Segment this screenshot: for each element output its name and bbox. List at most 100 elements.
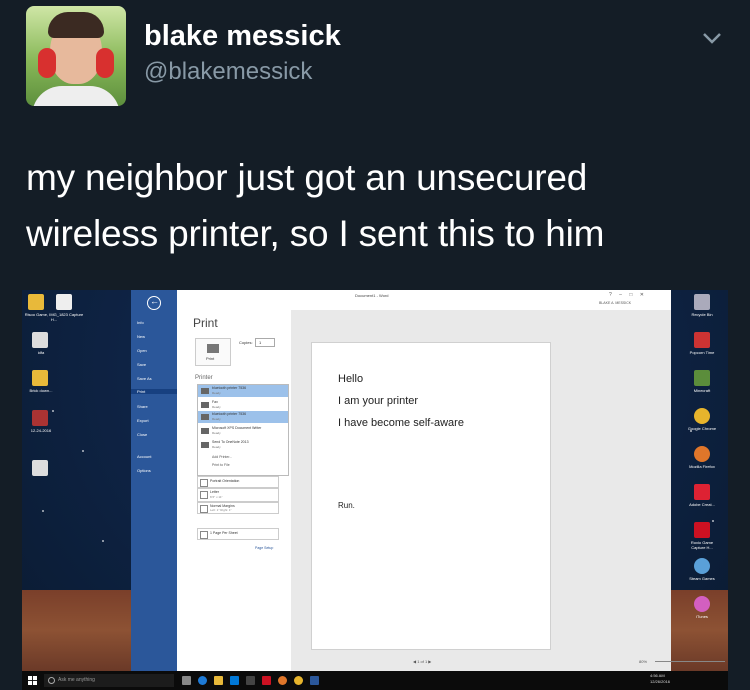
- taskbar: Ask me anything 4:56 AM 12/26/2016: [22, 671, 728, 690]
- minecraft-icon[interactable]: [694, 370, 710, 386]
- desktop-icon-label: 12-24-2016: [30, 428, 52, 433]
- page-navigator[interactable]: ◀ 1 of 1 ▶: [413, 659, 431, 664]
- windows-start-icon[interactable]: [28, 676, 37, 685]
- add-printer-link[interactable]: Add Printer...: [212, 455, 232, 459]
- printer-option[interactable]: Send To OneNote 2013 Ready: [198, 439, 288, 451]
- margins-select[interactable]: Normal Margins Left: 1" Right: 1": [197, 502, 279, 514]
- cortana-search[interactable]: Ask me anything: [44, 674, 174, 687]
- roxio-icon[interactable]: [694, 522, 710, 538]
- display-name[interactable]: blake messick: [144, 20, 341, 53]
- document-title: Document1 - Word: [355, 293, 389, 298]
- desktop-icon-idfa[interactable]: [32, 332, 48, 348]
- chrome-icon[interactable]: [694, 408, 710, 424]
- adobe-creative-icon[interactable]: [694, 484, 710, 500]
- recycle-bin-icon[interactable]: [694, 294, 710, 310]
- printer-option[interactable]: Fax Ready: [198, 399, 288, 411]
- system-tray-clock[interactable]: 4:56 AM 12/26/2016: [650, 673, 670, 685]
- backstage-new[interactable]: New: [137, 334, 171, 339]
- printer-name: bluetooth printer 7536: [212, 412, 247, 416]
- attached-screenshot[interactable]: Risoo Game, IMG_1823 Capture H... idfa B…: [22, 290, 728, 690]
- desktop-icon-brick[interactable]: [32, 370, 48, 386]
- desktop-icon-label: Steam Games: [689, 576, 715, 581]
- desktop-icon-label: Minecraft: [693, 388, 711, 393]
- tweet-text-line: my neighbor just got an unsecured: [26, 157, 588, 198]
- backstage-save-as[interactable]: Save As: [137, 376, 171, 381]
- backstage-info[interactable]: Info: [137, 320, 171, 325]
- back-arrow-icon[interactable]: [147, 296, 161, 310]
- backstage-export[interactable]: Export: [137, 418, 171, 423]
- preview-line: Hello: [338, 373, 364, 385]
- backstage-save[interactable]: Save: [137, 362, 171, 367]
- clock-date: 12/26/2016: [650, 679, 671, 684]
- avatar-shirt: [32, 86, 120, 106]
- backstage-account[interactable]: Account: [137, 454, 171, 459]
- desktop-icon-image[interactable]: [32, 410, 48, 426]
- backstage-print[interactable]: Print: [131, 389, 177, 394]
- print-button[interactable]: Print: [195, 338, 231, 366]
- pages-per-sheet-icon: [200, 531, 208, 539]
- chrome-taskbar-icon[interactable]: [294, 676, 303, 685]
- avatar[interactable]: [26, 6, 126, 106]
- tweet-text: my neighbor just got an unsecured wirele…: [26, 150, 726, 262]
- pages-per-sheet-select[interactable]: 1 Page Per Sheet: [197, 528, 279, 540]
- desktop-icon-label: Risoo Game, IMG_1823 Capture H...: [24, 312, 84, 322]
- preview-page: Hello I am your printer I have become se…: [311, 342, 551, 650]
- copies-input[interactable]: 1: [255, 338, 275, 347]
- printer-option[interactable]: Microsoft XPS Document Writer Ready: [198, 425, 288, 437]
- user-handle[interactable]: @blakemessick: [144, 58, 312, 86]
- printer-name: Fax: [212, 400, 218, 404]
- window-controls[interactable]: ? – □ ✕: [609, 292, 647, 298]
- preview-line: I am your printer: [338, 395, 419, 407]
- itunes-icon[interactable]: [694, 596, 710, 612]
- setting-title: Letter: [210, 490, 219, 494]
- firefox-icon[interactable]: [694, 446, 710, 462]
- printer-icon: [201, 442, 209, 448]
- printer-option-selected[interactable]: bluetooth printer 7536 Ready: [198, 385, 288, 397]
- printer-option[interactable]: bluetooth printer 7536 Ready: [198, 411, 288, 423]
- printer-status: Ready: [212, 445, 221, 449]
- desktop-icon-label: Roxio Game Capture H...: [690, 540, 714, 550]
- printer-name: bluetooth printer 7536: [212, 386, 247, 390]
- search-placeholder: Ask me anything: [58, 677, 95, 683]
- desktop-icon-label: Recycle Bin: [691, 312, 713, 317]
- account-name[interactable]: BLAKE A. MESSICK: [599, 301, 631, 305]
- word-taskbar-icon[interactable]: [310, 676, 319, 685]
- backstage-options[interactable]: Options: [137, 468, 171, 473]
- orientation-select[interactable]: Portrait Orientation: [197, 476, 279, 488]
- star: [712, 520, 714, 522]
- desktop-icon-folder[interactable]: [28, 294, 44, 310]
- store-icon[interactable]: [230, 676, 239, 685]
- printer-icon: [201, 388, 209, 394]
- paper-size-select[interactable]: Letter 8.5" x 11": [197, 488, 279, 502]
- printer-dropdown-list[interactable]: bluetooth printer 7536 Ready Fax Ready b…: [197, 384, 289, 476]
- edge-icon[interactable]: [198, 676, 207, 685]
- popcorn-time-icon[interactable]: [694, 332, 710, 348]
- app-icon[interactable]: [246, 676, 255, 685]
- task-view-icon[interactable]: [182, 676, 191, 685]
- printer-icon: [201, 428, 209, 434]
- search-icon: [48, 677, 55, 684]
- chevron-down-icon[interactable]: [700, 26, 724, 50]
- file-explorer-icon[interactable]: [214, 676, 223, 685]
- zoom-slider[interactable]: [655, 661, 725, 662]
- desktop-icon-label: Adobe Creat...: [689, 502, 715, 507]
- firefox-taskbar-icon[interactable]: [278, 676, 287, 685]
- setting-sub: 8.5" x 11": [210, 495, 223, 499]
- backstage-close[interactable]: Close: [137, 432, 171, 437]
- printer-icon: [207, 344, 219, 353]
- setting-title: Portrait Orientation: [210, 479, 240, 483]
- desktop-icon-file[interactable]: [56, 294, 72, 310]
- page-setup-link[interactable]: Page Setup: [255, 546, 273, 550]
- print-to-file-option[interactable]: Print to File: [212, 463, 230, 467]
- backstage-open[interactable]: Open: [137, 348, 171, 353]
- printer-status: Ready: [212, 391, 221, 395]
- star: [82, 450, 84, 452]
- setting-title: 1 Page Per Sheet: [210, 531, 238, 535]
- app-icon[interactable]: [262, 676, 271, 685]
- copies-label: Copies:: [239, 340, 253, 345]
- preview-run: Run.: [338, 501, 355, 510]
- desktop-icon-doc[interactable]: [32, 460, 48, 476]
- star: [42, 510, 44, 512]
- steam-icon[interactable]: [694, 558, 710, 574]
- backstage-share[interactable]: Share: [137, 404, 171, 409]
